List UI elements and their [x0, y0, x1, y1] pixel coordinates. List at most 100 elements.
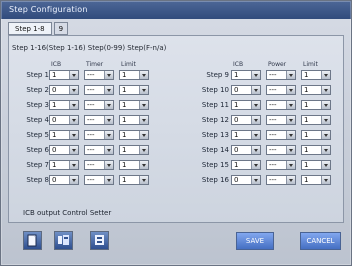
cell-value: 0 [52, 146, 57, 154]
left-row-3-icb-select[interactable]: 1 [49, 100, 79, 110]
left-row-6-limit-select[interactable]: 1 [119, 145, 149, 155]
left-row-7-timer-select[interactable]: --- [84, 160, 114, 170]
chevron-down-icon [324, 179, 328, 182]
right-row-2-icb-select[interactable]: 0 [231, 85, 261, 95]
settings-button[interactable] [90, 231, 109, 250]
left-row-1-timer-select[interactable]: --- [84, 70, 114, 80]
right-row-5-power-select[interactable]: --- [266, 130, 296, 140]
left-row-label: Step 2 [26, 86, 49, 94]
tool-icon [58, 235, 69, 245]
left-row-7-limit-select[interactable]: 1 [119, 160, 149, 170]
left-row-6-icb-select[interactable]: 0 [49, 145, 79, 155]
document-button[interactable] [23, 231, 42, 250]
cell-value: 1 [234, 161, 239, 169]
right-row-3-limit-select[interactable]: 1 [301, 100, 331, 110]
cell-value: --- [87, 71, 95, 79]
left-step-grid: ICB Timer Limit Step 1 1 --- 1 Step 2 0 … [13, 61, 165, 201]
chevron-down-icon [289, 89, 293, 92]
document-icon [27, 234, 37, 247]
left-row-2-limit-select[interactable]: 1 [119, 85, 149, 95]
right-row-3-power-select[interactable]: --- [266, 100, 296, 110]
right-row-6-icb-select[interactable]: 0 [231, 145, 261, 155]
chevron-down-icon [107, 179, 111, 182]
tab-9[interactable]: 9 [53, 22, 69, 35]
left-row-1-limit-select[interactable]: 1 [119, 70, 149, 80]
right-row-8-power-select[interactable]: --- [266, 175, 296, 185]
left-row-2-timer-select[interactable]: --- [84, 85, 114, 95]
tab-step-1-8[interactable]: Step 1-8 [8, 22, 52, 35]
left-row-8-timer-select[interactable]: --- [84, 175, 114, 185]
cell-value: 1 [122, 161, 127, 169]
chevron-down-icon [289, 119, 293, 122]
chevron-down-icon [72, 89, 76, 92]
left-row-5-timer-select[interactable]: --- [84, 130, 114, 140]
chevron-down-icon [72, 74, 76, 77]
cell-value: 1 [304, 176, 309, 184]
chevron-down-icon [254, 164, 258, 167]
cell-value: 1 [122, 86, 127, 94]
right-row-2-power-select[interactable]: --- [266, 85, 296, 95]
left-row-6-timer-select[interactable]: --- [84, 145, 114, 155]
chevron-down-icon [254, 74, 258, 77]
chevron-down-icon [107, 164, 111, 167]
cell-value: 1 [52, 161, 57, 169]
right-row-label: Step 12 [201, 116, 229, 124]
chevron-down-icon [254, 179, 258, 182]
left-row-8-icb-select[interactable]: 0 [49, 175, 79, 185]
left-row-2-icb-select[interactable]: 0 [49, 85, 79, 95]
window-title: Step Configuration [1, 1, 351, 19]
left-row-8-limit-select[interactable]: 1 [119, 175, 149, 185]
right-column-icb: ICB [233, 61, 244, 68]
left-row-label: Step 3 [26, 101, 49, 109]
cell-value: --- [87, 161, 95, 169]
right-row-1-power-select[interactable]: --- [266, 70, 296, 80]
right-row-3-icb-select[interactable]: 1 [231, 100, 261, 110]
cell-value: --- [269, 86, 277, 94]
left-row-5-icb-select[interactable]: 1 [49, 130, 79, 140]
right-row-7-icb-select[interactable]: 1 [231, 160, 261, 170]
left-row-4-icb-select[interactable]: 0 [49, 115, 79, 125]
right-row-8-limit-select[interactable]: 1 [301, 175, 331, 185]
cell-value: --- [269, 101, 277, 109]
left-row-4-limit-select[interactable]: 1 [119, 115, 149, 125]
right-column-power: Power [268, 61, 287, 68]
right-row-6-limit-select[interactable]: 1 [301, 145, 331, 155]
right-row-2-limit-select[interactable]: 1 [301, 85, 331, 95]
left-row-3-limit-select[interactable]: 1 [119, 100, 149, 110]
save-button[interactable]: SAVE [236, 232, 274, 250]
cancel-button[interactable]: CANCEL [300, 232, 341, 250]
left-row-1-icb-select[interactable]: 1 [49, 70, 79, 80]
left-row-7-icb-select[interactable]: 1 [49, 160, 79, 170]
right-row-4-power-select[interactable]: --- [266, 115, 296, 125]
chevron-down-icon [142, 164, 146, 167]
right-row-4-icb-select[interactable]: 0 [231, 115, 261, 125]
chevron-down-icon [142, 149, 146, 152]
cell-value: --- [269, 146, 277, 154]
tool-button[interactable] [54, 231, 73, 250]
chevron-down-icon [254, 104, 258, 107]
cell-value: 1 [122, 176, 127, 184]
left-column-limit: Limit [121, 61, 136, 68]
left-row-4-timer-select[interactable]: --- [84, 115, 114, 125]
right-row-8-icb-select[interactable]: 0 [231, 175, 261, 185]
right-row-4-limit-select[interactable]: 1 [301, 115, 331, 125]
app-window: Step Configuration Step 1-8 9 Step 1-16(… [0, 0, 352, 266]
chevron-down-icon [107, 119, 111, 122]
right-row-5-icb-select[interactable]: 1 [231, 130, 261, 140]
cell-value: 1 [122, 131, 127, 139]
cell-value: --- [87, 176, 95, 184]
right-row-6-power-select[interactable]: --- [266, 145, 296, 155]
right-row-7-limit-select[interactable]: 1 [301, 160, 331, 170]
chevron-down-icon [72, 179, 76, 182]
left-row-label: Step 8 [26, 176, 49, 184]
right-row-1-icb-select[interactable]: 1 [231, 70, 261, 80]
left-row-5-limit-select[interactable]: 1 [119, 130, 149, 140]
right-row-1-limit-select[interactable]: 1 [301, 70, 331, 80]
left-row-label: Step 1 [26, 71, 49, 79]
cell-value: 1 [304, 71, 309, 79]
right-row-5-limit-select[interactable]: 1 [301, 130, 331, 140]
left-row-3-timer-select[interactable]: --- [84, 100, 114, 110]
right-row-7-power-select[interactable]: --- [266, 160, 296, 170]
chevron-down-icon [72, 119, 76, 122]
chevron-down-icon [72, 104, 76, 107]
